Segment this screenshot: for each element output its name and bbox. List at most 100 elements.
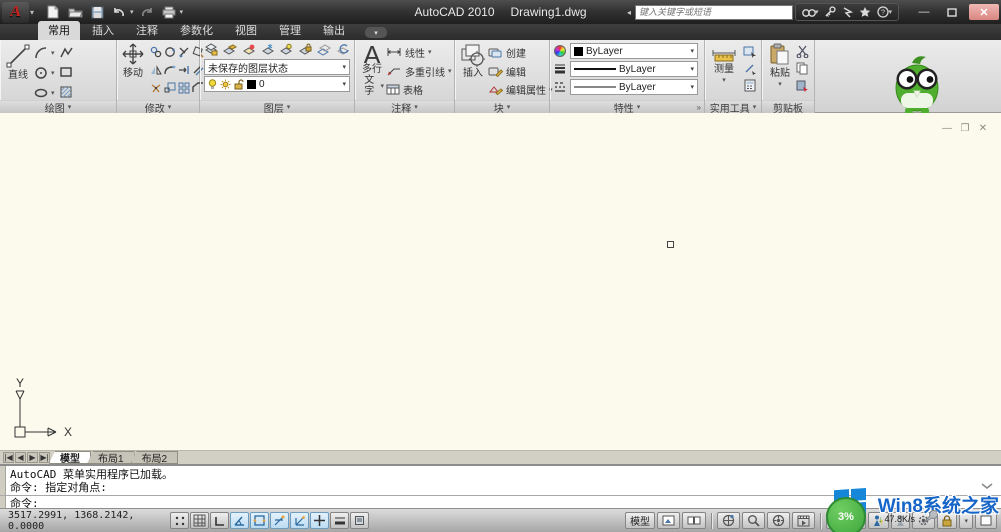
polar-tracking-toggle[interactable] — [230, 512, 249, 529]
plot-button[interactable] — [160, 4, 178, 21]
tab-manage[interactable]: 管理 — [269, 21, 311, 40]
coordinates-readout[interactable]: 3517.2991, 1368.2142, 0.0000 — [8, 510, 170, 532]
mtext-button[interactable]: A 多行 文字▾ — [358, 42, 386, 98]
edit-block-button[interactable]: 编辑 — [488, 63, 553, 80]
drawing-close-button[interactable]: ✕ — [977, 123, 989, 134]
search-input[interactable] — [635, 5, 793, 20]
panel-label-draw[interactable]: 绘图▾ — [0, 100, 116, 113]
properties-dialog-launcher-icon[interactable]: » — [697, 103, 701, 112]
pan-button[interactable] — [717, 512, 740, 529]
arc-caret-icon[interactable]: ▾ — [51, 49, 55, 57]
trim-button[interactable] — [176, 44, 191, 59]
infocenter-collapse-icon[interactable]: ◂ — [625, 8, 633, 17]
measure-button[interactable]: 测量 ▾ — [708, 42, 740, 98]
paste-special-button[interactable] — [795, 78, 810, 93]
open-button[interactable] — [66, 4, 84, 21]
move-button[interactable]: 移动 — [120, 42, 146, 98]
tab-insert[interactable]: 插入 — [82, 21, 124, 40]
layer-match-button[interactable] — [223, 42, 238, 57]
clean-screen-button[interactable] — [975, 512, 997, 529]
line-button[interactable]: 直线 — [3, 42, 33, 98]
layout-tab-layout1[interactable]: 布局1 — [87, 451, 135, 464]
statusbar-menu-button[interactable]: ▾ — [959, 512, 973, 529]
redo-button[interactable] — [138, 4, 156, 21]
lineweight-display-toggle[interactable] — [330, 512, 349, 529]
layer-isolate-button[interactable] — [242, 42, 257, 57]
search-button[interactable]: ▾ — [802, 7, 819, 18]
first-layout-button[interactable]: |◀ — [3, 452, 14, 463]
close-button[interactable]: ✕ — [969, 4, 999, 20]
prev-layout-button[interactable]: ◀ — [15, 452, 26, 463]
table-button[interactable]: 表格 — [386, 81, 452, 98]
undo-caret-icon[interactable]: ▾ — [130, 8, 134, 16]
showmotion-button[interactable] — [792, 512, 815, 529]
ortho-mode-toggle[interactable] — [210, 512, 229, 529]
quick-calc-button[interactable] — [742, 78, 757, 93]
communication-center-button[interactable] — [842, 6, 853, 18]
array-button[interactable] — [176, 80, 191, 95]
search-caret-icon[interactable]: ▾ — [815, 8, 819, 16]
fillet-button[interactable] — [162, 62, 177, 77]
grid-display-toggle[interactable] — [190, 512, 209, 529]
annotation-scale-button[interactable]: 1:1 ▾ — [826, 512, 866, 529]
create-block-button[interactable]: 创建 — [488, 44, 553, 61]
layout-tab-model[interactable]: 模型 — [49, 451, 91, 464]
id-point-button[interactable] — [742, 61, 757, 76]
application-menu-caret-icon[interactable]: ▾ — [30, 8, 34, 17]
application-menu-button[interactable]: A — [2, 2, 29, 23]
dynamic-input-toggle[interactable] — [310, 512, 329, 529]
layer-properties-button[interactable] — [204, 42, 219, 57]
circle-button[interactable] — [33, 66, 48, 81]
layer-state-dropdown[interactable]: 未保存的图层状态 ▾ — [204, 59, 350, 75]
last-layout-button[interactable]: ▶| — [39, 452, 50, 463]
copy-button[interactable] — [148, 44, 163, 59]
layer-prev-button[interactable] — [335, 42, 350, 57]
workspace-switching-button[interactable] — [912, 512, 935, 529]
layer-freeze-button[interactable] — [260, 42, 275, 57]
model-space-button[interactable]: 模型 — [625, 512, 655, 529]
insert-block-button[interactable]: 插入 — [458, 42, 488, 98]
favorites-button[interactable] — [859, 6, 871, 18]
polyline-button[interactable] — [58, 44, 73, 59]
edit-attributes-button[interactable]: 编辑属性▾ — [488, 81, 553, 98]
panel-label-block[interactable]: 块▾ — [455, 100, 549, 113]
layout-tab-layout2[interactable]: 布局2 — [131, 451, 179, 464]
help-caret-icon[interactable]: ▾ — [888, 8, 892, 16]
panel-label-layers[interactable]: 图层▾ — [200, 100, 354, 113]
dynamic-ucs-toggle[interactable] — [290, 512, 309, 529]
qat-customize-caret-icon[interactable]: ▾ — [180, 8, 184, 16]
maximize-button[interactable] — [941, 4, 963, 20]
bulb-on-icon[interactable] — [208, 79, 217, 90]
rectangle-button[interactable] — [58, 64, 73, 79]
tab-parametric[interactable]: 参数化 — [170, 21, 223, 40]
snap-mode-toggle[interactable] — [170, 512, 189, 529]
quick-view-drawings-button[interactable] — [682, 512, 706, 529]
subscription-center-button[interactable] — [824, 6, 836, 18]
arc-button[interactable] — [33, 46, 48, 61]
rotate-button[interactable] — [162, 44, 177, 59]
layer-color-swatch[interactable] — [247, 80, 256, 89]
ellipse-button[interactable] — [33, 86, 48, 101]
explode-button[interactable] — [148, 80, 163, 95]
quick-select-button[interactable] — [742, 44, 757, 59]
circle-caret-icon[interactable]: ▾ — [51, 69, 55, 77]
steering-wheel-button[interactable] — [767, 512, 790, 529]
panel-label-annotation[interactable]: 注释▾ — [355, 100, 454, 113]
hatch-button[interactable] — [58, 84, 73, 99]
command-line-window[interactable]: AutoCAD 菜单实用程序已加载。 命令: 指定对角点: 命令: — [0, 464, 1001, 508]
cut-button[interactable] — [795, 44, 810, 59]
mirror-button[interactable] — [148, 62, 163, 77]
object-snap-toggle[interactable] — [250, 512, 269, 529]
layer-off-button[interactable] — [279, 42, 294, 57]
stretch-button[interactable] — [176, 62, 191, 77]
layer-lock-button[interactable] — [298, 42, 313, 57]
toolbar-lock-button[interactable] — [937, 512, 957, 529]
tab-output[interactable]: 输出 — [313, 21, 355, 40]
annotation-autoscale-button[interactable] — [891, 512, 910, 529]
drawing-canvas[interactable]: — ❐ ✕ Y X — [0, 113, 1001, 450]
tab-annotate[interactable]: 注释 — [126, 21, 168, 40]
object-color-dropdown[interactable]: ByLayer ▾ — [570, 43, 698, 59]
sun-icon[interactable] — [220, 79, 231, 90]
drawing-minimize-button[interactable]: — — [941, 123, 953, 134]
undo-button[interactable] — [110, 4, 128, 21]
